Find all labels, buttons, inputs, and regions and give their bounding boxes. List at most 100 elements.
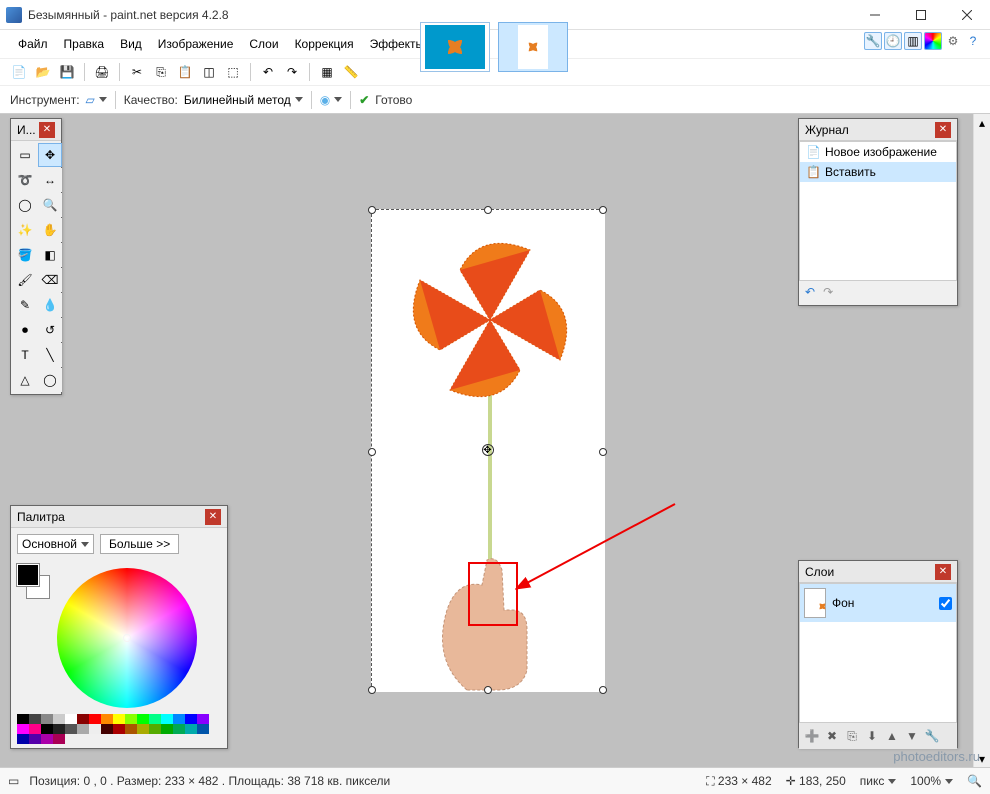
pencil-tool[interactable]: ✎ [13,293,37,317]
menu-adjustments[interactable]: Коррекция [287,33,362,55]
move-up-icon[interactable]: ▲ [883,727,901,745]
layers-title: Слои [805,565,834,579]
selection-icon: ▭ [8,774,19,788]
shapes-tool-2[interactable]: ◯ [38,368,62,392]
layer-visibility-checkbox[interactable] [939,597,952,610]
bucket-tool[interactable]: 🪣 [13,243,37,267]
layer-row[interactable]: Фон [800,584,956,622]
layers-panel: Слои ✕ Фон ➕ ✖ ⎘ ⬇ ▲ ▼ 🔧 [798,560,958,748]
move-selection-tool[interactable]: ✥ [38,143,62,167]
annotation-box [468,562,518,626]
undo-icon[interactable]: ↶ [805,285,815,299]
merge-down-icon[interactable]: ⬇ [863,727,881,745]
history-item[interactable]: 📄Новое изображение [800,142,956,162]
menu-file[interactable]: Файл [10,33,56,55]
rect-select-tool[interactable]: ▭ [13,143,37,167]
paste-icon: 📋 [806,165,821,179]
color-wheel[interactable] [57,568,197,708]
redo-icon[interactable]: ↷ [823,285,833,299]
help-icon[interactable]: ? [964,32,982,50]
gradient-tool[interactable]: ◧ [38,243,62,267]
layer-properties-icon[interactable]: 🔧 [923,727,941,745]
doc-thumb-2[interactable] [498,22,568,72]
line-tool[interactable]: ╲ [38,343,62,367]
delete-layer-icon[interactable]: ✖ [823,727,841,745]
vertical-scrollbar[interactable]: ▴ ▾ [973,114,990,767]
watermark: photoeditors.ru [893,749,980,764]
check-icon: ✔ [359,93,369,107]
history-panel: Журнал✕ 📄Новое изображение 📋Вставить ↶ ↷ [798,118,958,306]
layer-name: Фон [832,596,854,610]
sampling-selector[interactable]: ◉ [320,93,342,107]
close-button[interactable] [944,0,990,30]
zoom-icon[interactable]: 🔍 [967,774,982,788]
layer-thumbnail [804,588,826,618]
status-dims: ⛶ 233 × 482 [706,774,771,789]
ruler-icon[interactable]: 📏 [342,63,360,81]
canvas[interactable]: ✥ [371,209,604,691]
clone-tool[interactable]: ⏺ [13,318,37,342]
maximize-button[interactable] [898,0,944,30]
crop-icon[interactable]: ◫ [200,63,218,81]
tools-title: И... [17,123,36,137]
quality-selector[interactable]: Билинейный метод [184,93,303,107]
menu-view[interactable]: Вид [112,33,150,55]
colors-toggle-icon[interactable] [924,32,942,50]
palette-strip[interactable] [17,714,217,744]
layers-close-icon[interactable]: ✕ [935,564,951,580]
color-mode-select[interactable]: Основной [17,534,94,554]
open-file-icon[interactable]: 📂 [34,63,52,81]
doc-thumb-1[interactable] [420,22,490,72]
lasso-tool[interactable]: ➰ [13,168,37,192]
duplicate-layer-icon[interactable]: ⎘ [843,727,861,745]
menu-layers[interactable]: Слои [241,33,286,55]
color-picker-tool[interactable]: 💧 [38,293,62,317]
move-tool[interactable]: ↔ [38,168,62,192]
zoom-select[interactable]: 100% [910,774,953,788]
brush-tool[interactable]: 🖌 [13,268,37,292]
primary-color-swatch[interactable] [17,564,39,586]
cut-icon[interactable]: ✂ [128,63,146,81]
tools-toggle-icon[interactable]: 🔧 [864,32,882,50]
status-position: Позиция: 0 , 0 . Размер: 233 × 482 . Пло… [29,774,390,788]
tool-label: Инструмент: [10,93,80,107]
undo-icon[interactable]: ↶ [259,63,277,81]
magic-wand-tool[interactable]: ✨ [13,218,37,242]
unit-select[interactable]: пикс [860,774,897,788]
gear-icon[interactable]: ⚙ [944,32,962,50]
tools-close-icon[interactable]: ✕ [39,122,55,138]
save-file-icon[interactable]: 💾 [58,63,76,81]
pan-tool[interactable]: ✋ [38,218,62,242]
menu-edit[interactable]: Правка [56,33,113,55]
scroll-up-icon[interactable]: ▴ [974,114,990,131]
minimize-button[interactable] [852,0,898,30]
print-icon[interactable]: 🖨 [93,63,111,81]
redo-icon[interactable]: ↷ [283,63,301,81]
move-down-icon[interactable]: ▼ [903,727,921,745]
text-tool[interactable]: T [13,343,37,367]
history-toggle-icon[interactable]: 🕘 [884,32,902,50]
new-file-icon[interactable]: 📄 [10,63,28,81]
tool-selector[interactable]: ▱ [86,93,107,107]
colors-close-icon[interactable]: ✕ [205,509,221,525]
tool-options-bar: Инструмент: ▱ Качество: Билинейный метод… [0,86,990,114]
eraser-tool[interactable]: ⌫ [38,268,62,292]
shapes-tool[interactable]: △ [13,368,37,392]
zoom-tool[interactable]: 🔍 [38,193,62,217]
history-item[interactable]: 📋Вставить [800,162,956,182]
menu-image[interactable]: Изображение [150,33,242,55]
move-handle-icon[interactable]: ✥ [482,444,494,456]
copy-icon[interactable]: ⎘ [152,63,170,81]
more-button[interactable]: Больше >> [100,534,179,554]
add-layer-icon[interactable]: ➕ [803,727,821,745]
colors-panel: Палитра✕ Основной Больше >> [10,505,228,749]
layers-toggle-icon[interactable]: ▥ [904,32,922,50]
paste-icon[interactable]: 📋 [176,63,194,81]
status-cursor: ✛ 183, 250 [786,774,846,788]
recolor-tool[interactable]: ↺ [38,318,62,342]
ellipse-select-tool[interactable]: ◯ [13,193,37,217]
status-bar: ▭ Позиция: 0 , 0 . Размер: 233 × 482 . П… [0,767,990,794]
history-close-icon[interactable]: ✕ [935,122,951,138]
deselect-icon[interactable]: ⬚ [224,63,242,81]
grid-icon[interactable]: ▦ [318,63,336,81]
